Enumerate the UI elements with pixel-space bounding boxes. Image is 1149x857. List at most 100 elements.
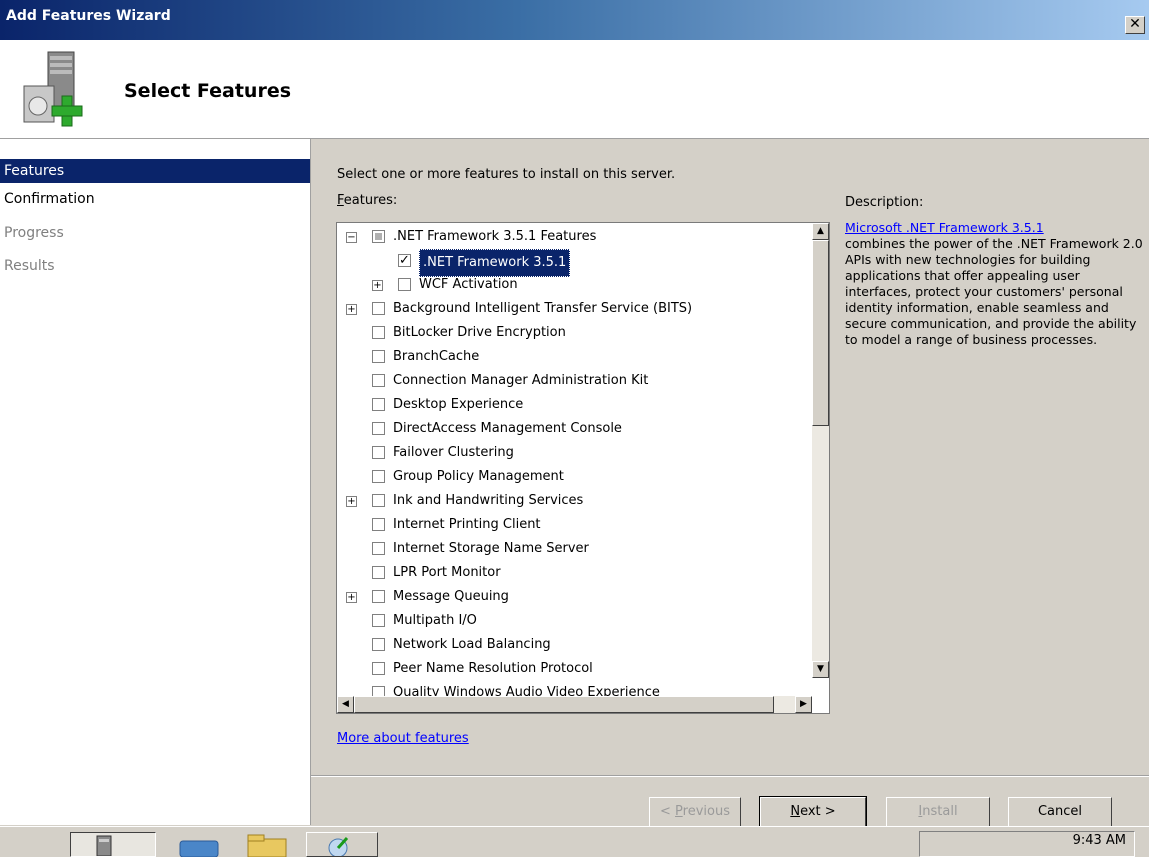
install-button: Install bbox=[886, 797, 990, 827]
feature-label[interactable]: Peer Name Resolution Protocol bbox=[393, 657, 593, 681]
feature-checkbox[interactable] bbox=[372, 542, 385, 555]
previous-label: revious bbox=[682, 804, 730, 819]
previous-prefix: < bbox=[660, 804, 676, 819]
taskbar: 9:43 AM bbox=[0, 826, 1149, 857]
tree-row[interactable]: Internet Storage Name Server bbox=[337, 537, 813, 561]
close-button[interactable]: ✕ bbox=[1125, 16, 1145, 34]
scroll-down-arrow[interactable]: ▼ bbox=[812, 661, 829, 678]
feature-checkbox[interactable] bbox=[398, 278, 411, 291]
feature-checkbox[interactable] bbox=[372, 302, 385, 315]
main-content: Select one or more features to install o… bbox=[311, 139, 1149, 775]
feature-checkbox[interactable] bbox=[372, 230, 385, 243]
feature-checkbox[interactable] bbox=[372, 470, 385, 483]
clock[interactable]: 9:43 AM bbox=[1073, 833, 1126, 848]
tree-row[interactable]: BranchCache bbox=[337, 345, 813, 369]
expand-icon[interactable]: + bbox=[372, 280, 383, 291]
feature-label[interactable]: WCF Activation bbox=[419, 273, 518, 297]
tree-row[interactable]: + Ink and Handwriting Services bbox=[337, 489, 813, 513]
server-manager-taskbar-button[interactable] bbox=[70, 832, 156, 857]
feature-label[interactable]: BranchCache bbox=[393, 345, 479, 369]
scroll-thumb[interactable] bbox=[812, 240, 829, 426]
feature-checkbox[interactable]: ✓ bbox=[398, 254, 411, 267]
feature-label[interactable]: LPR Port Monitor bbox=[393, 561, 501, 585]
feature-label[interactable]: Internet Storage Name Server bbox=[393, 537, 589, 561]
feature-label[interactable]: BitLocker Drive Encryption bbox=[393, 321, 566, 345]
install-label: nstall bbox=[922, 804, 958, 819]
folder-icon[interactable] bbox=[244, 833, 290, 857]
tree-row[interactable]: + Background Intelligent Transfer Service… bbox=[337, 297, 813, 321]
feature-label[interactable]: Group Policy Management bbox=[393, 465, 564, 489]
tree-row[interactable]: Peer Name Resolution Protocol bbox=[337, 657, 813, 681]
feature-checkbox[interactable] bbox=[372, 446, 385, 459]
cancel-button[interactable]: Cancel bbox=[1008, 797, 1112, 827]
feature-checkbox[interactable] bbox=[372, 518, 385, 531]
expand-icon[interactable]: + bbox=[346, 304, 357, 315]
scroll-right-arrow[interactable]: ▶ bbox=[795, 696, 812, 713]
access-key: F bbox=[337, 193, 344, 208]
feature-checkbox[interactable] bbox=[372, 494, 385, 507]
tree-row[interactable]: Network Load Balancing bbox=[337, 633, 813, 657]
tree-row[interactable]: Desktop Experience bbox=[337, 393, 813, 417]
horizontal-scrollbar[interactable]: ◀ ▶ bbox=[337, 696, 812, 713]
feature-checkbox[interactable] bbox=[372, 614, 385, 627]
feature-checkbox[interactable] bbox=[372, 398, 385, 411]
expand-icon[interactable]: + bbox=[346, 496, 357, 507]
tree-row[interactable]: + Message Queuing bbox=[337, 585, 813, 609]
tree-row[interactable]: Failover Clustering bbox=[337, 441, 813, 465]
feature-label[interactable]: Internet Printing Client bbox=[393, 513, 541, 537]
feature-label[interactable]: Message Queuing bbox=[393, 585, 509, 609]
features-tree[interactable]: − .NET Framework 3.5.1 Features ✓ .NET Fram… bbox=[336, 222, 830, 714]
feature-label[interactable]: Failover Clustering bbox=[393, 441, 514, 465]
feature-label[interactable]: DirectAccess Management Console bbox=[393, 417, 622, 441]
feature-checkbox[interactable] bbox=[372, 374, 385, 387]
wizard-header: Select Features bbox=[0, 40, 1149, 139]
feature-checkbox[interactable] bbox=[372, 326, 385, 339]
feature-checkbox[interactable] bbox=[372, 422, 385, 435]
description-link[interactable]: Microsoft .NET Framework 3.5.1 bbox=[845, 220, 1044, 235]
more-about-features-link[interactable]: More about features bbox=[337, 731, 469, 746]
description-text: combines the power of the .NET Framework… bbox=[845, 236, 1143, 347]
feature-label[interactable]: Background Intelligent Transfer Service … bbox=[393, 297, 692, 321]
instruction-text: Select one or more features to install o… bbox=[337, 167, 676, 182]
tree-row[interactable]: + WCF Activation bbox=[337, 273, 813, 297]
wizard-icon bbox=[328, 836, 349, 856]
feature-checkbox[interactable] bbox=[372, 662, 385, 675]
nav-item-progress: Progress bbox=[4, 225, 64, 241]
scroll-left-arrow[interactable]: ◀ bbox=[337, 696, 354, 713]
tree-row[interactable]: Group Policy Management bbox=[337, 465, 813, 489]
tree-row[interactable]: ✓ .NET Framework 3.5.1 bbox=[337, 249, 813, 277]
feature-label[interactable]: Connection Manager Administration Kit bbox=[393, 369, 648, 393]
title-bar: Add Features Wizard ✕ bbox=[0, 0, 1149, 40]
footer-separator bbox=[311, 775, 1149, 776]
next-label: ext > bbox=[800, 804, 836, 819]
hscroll-thumb[interactable] bbox=[354, 696, 774, 713]
vertical-scrollbar[interactable]: ▲ ▼ bbox=[812, 223, 829, 678]
nav-item-results: Results bbox=[4, 258, 55, 274]
expand-icon[interactable]: + bbox=[346, 592, 357, 603]
feature-label[interactable]: Network Load Balancing bbox=[393, 633, 551, 657]
tree-row[interactable]: LPR Port Monitor bbox=[337, 561, 813, 585]
tree-row[interactable]: Internet Printing Client bbox=[337, 513, 813, 537]
tree-row[interactable]: − .NET Framework 3.5.1 Features bbox=[337, 225, 813, 249]
feature-checkbox[interactable] bbox=[372, 590, 385, 603]
feature-checkbox[interactable] bbox=[372, 350, 385, 363]
feature-label[interactable]: Multipath I/O bbox=[393, 609, 477, 633]
feature-checkbox[interactable] bbox=[372, 566, 385, 579]
nav-item-features[interactable]: Features bbox=[0, 159, 310, 183]
tree-row[interactable]: Connection Manager Administration Kit bbox=[337, 369, 813, 393]
tree-row[interactable]: DirectAccess Management Console bbox=[337, 417, 813, 441]
feature-label[interactable]: Desktop Experience bbox=[393, 393, 523, 417]
nav-item-confirmation[interactable]: Confirmation bbox=[0, 187, 310, 211]
feature-label[interactable]: .NET Framework 3.5.1 Features bbox=[393, 225, 596, 249]
server-add-icon bbox=[23, 51, 83, 127]
tree-row[interactable]: Multipath I/O bbox=[337, 609, 813, 633]
next-button[interactable]: Next > bbox=[759, 796, 867, 828]
scroll-up-arrow[interactable]: ▲ bbox=[812, 223, 829, 240]
window-title: Add Features Wizard bbox=[6, 8, 171, 24]
feature-label[interactable]: Ink and Handwriting Services bbox=[393, 489, 583, 513]
feature-checkbox[interactable] bbox=[372, 638, 385, 651]
collapse-icon[interactable]: − bbox=[346, 232, 357, 243]
tree-row[interactable]: BitLocker Drive Encryption bbox=[337, 321, 813, 345]
powershell-icon[interactable] bbox=[178, 835, 222, 857]
wizard-taskbar-button[interactable] bbox=[306, 832, 378, 857]
